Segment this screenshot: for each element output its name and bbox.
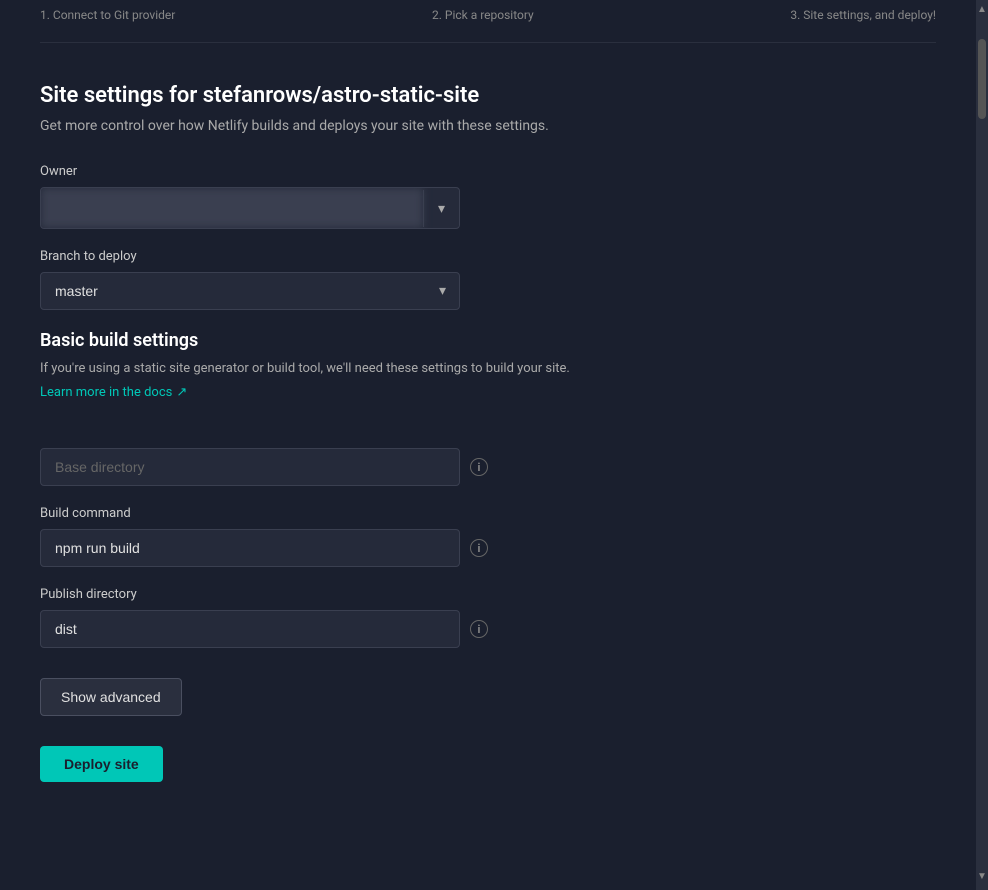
build-settings-section: Basic build settings If you're using a s… (40, 330, 936, 424)
learn-more-link[interactable]: Learn more in the docs ↗ (40, 385, 187, 400)
branch-select[interactable]: master main develop (40, 272, 460, 310)
show-advanced-button[interactable]: Show advanced (40, 678, 182, 716)
deploy-button-row: Deploy site (40, 746, 936, 782)
step-2: 2. Pick a repository (432, 8, 534, 22)
owner-label: Owner (40, 164, 936, 179)
advanced-button-row: Show advanced (40, 678, 936, 716)
owner-dropdown-button[interactable]: ▾ (423, 190, 459, 227)
base-directory-info-icon[interactable]: i (470, 458, 488, 476)
scrollbar[interactable]: ▲ ▼ (976, 0, 988, 890)
branch-select-wrapper: master main develop (40, 272, 460, 310)
build-settings-desc: If you're using a static site generator … (40, 361, 936, 376)
scrollbar-thumb[interactable] (978, 39, 986, 119)
chevron-down-icon: ▾ (438, 200, 445, 217)
owner-group: Owner ▾ (40, 164, 936, 229)
scroll-down-arrow[interactable]: ▼ (973, 867, 988, 886)
branch-label: Branch to deploy (40, 249, 936, 264)
branch-group: Branch to deploy master main develop (40, 249, 936, 310)
build-command-input[interactable] (40, 529, 460, 567)
step-3: 3. Site settings, and deploy! (790, 8, 936, 22)
publish-directory-input[interactable] (40, 610, 460, 648)
build-settings-title: Basic build settings (40, 330, 936, 351)
page-subtitle: Get more control over how Netlify builds… (40, 118, 936, 134)
owner-select-wrapper: ▾ (40, 187, 460, 229)
step-1: 1. Connect to Git provider (40, 8, 175, 22)
build-command-info-icon[interactable]: i (470, 539, 488, 557)
base-directory-group: i (40, 448, 936, 486)
publish-directory-info-icon[interactable]: i (470, 620, 488, 638)
scroll-up-arrow[interactable]: ▲ (973, 0, 988, 19)
publish-directory-group: Publish directory i (40, 587, 936, 648)
deploy-site-button[interactable]: Deploy site (40, 746, 163, 782)
owner-select[interactable]: ▾ (40, 187, 460, 229)
build-command-row: i (40, 529, 936, 567)
base-directory-input[interactable] (40, 448, 460, 486)
owner-blurred-value (41, 188, 423, 228)
base-directory-row: i (40, 448, 936, 486)
build-command-label: Build command (40, 506, 936, 521)
build-command-group: Build command i (40, 506, 936, 567)
steps-bar: 1. Connect to Git provider 2. Pick a rep… (40, 0, 936, 43)
page-title: Site settings for stefanrows/astro-stati… (40, 83, 936, 108)
publish-directory-row: i (40, 610, 936, 648)
learn-more-label: Learn more in the docs (40, 385, 172, 400)
publish-directory-label: Publish directory (40, 587, 936, 602)
external-link-icon: ↗ (176, 385, 187, 400)
